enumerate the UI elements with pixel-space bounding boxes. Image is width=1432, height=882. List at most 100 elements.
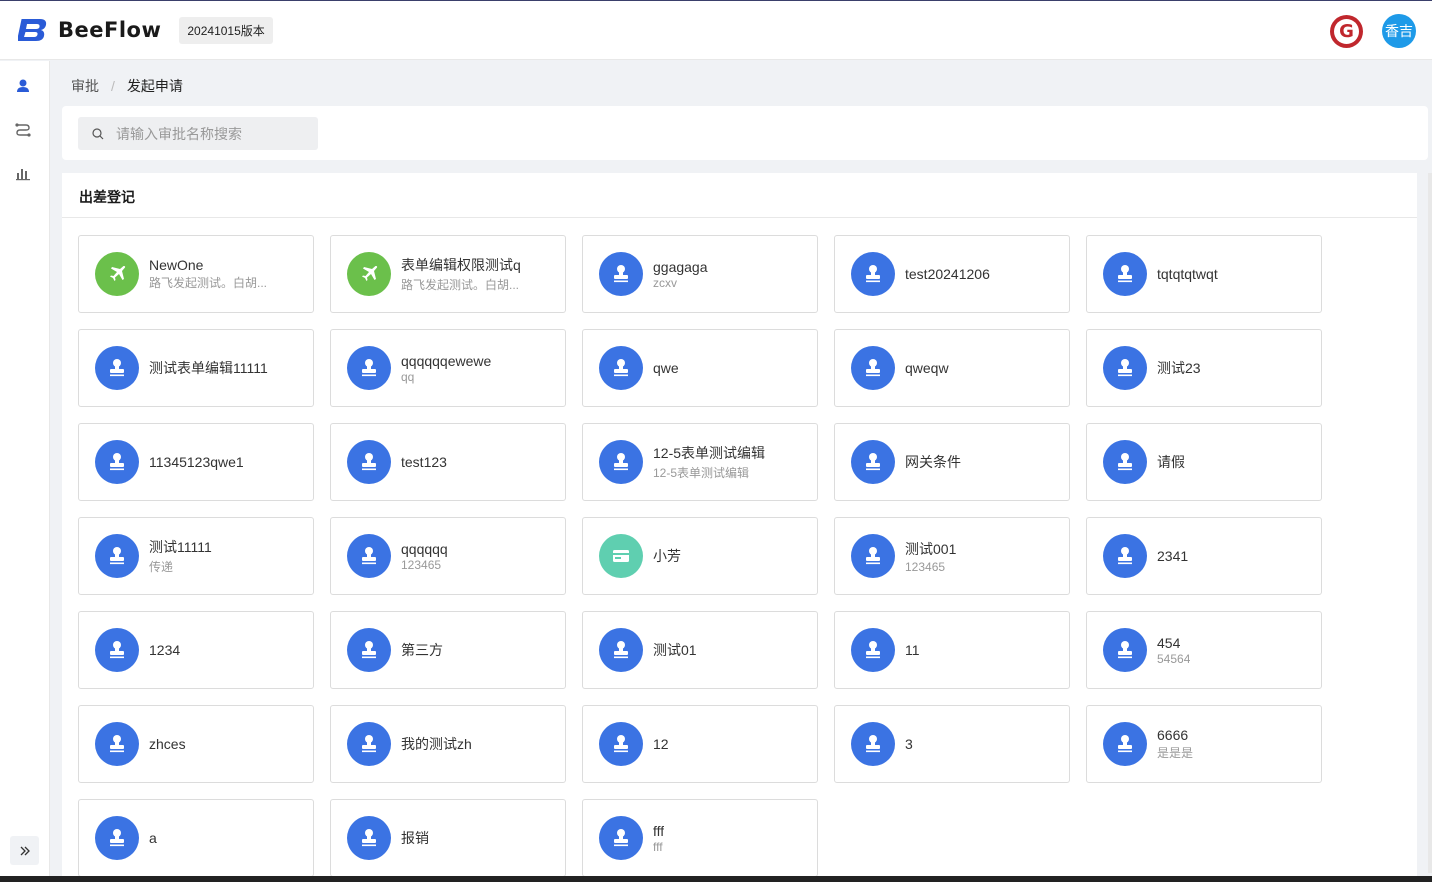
card-subtitle: 路飞发起测试。白胡... bbox=[401, 278, 520, 292]
card-text: 网关条件 bbox=[905, 452, 961, 472]
approval-card[interactable]: test20241206 bbox=[834, 235, 1070, 313]
card-text: 测试表单编辑11111 bbox=[149, 358, 268, 378]
approval-card[interactable]: NewOne 路飞发起测试。白胡... bbox=[78, 235, 314, 313]
card-subtitle: 123465 bbox=[905, 559, 946, 574]
approval-card[interactable]: 网关条件 bbox=[834, 423, 1070, 501]
stamp-icon bbox=[347, 534, 391, 578]
stamp-icon bbox=[347, 816, 391, 860]
scrollbar[interactable] bbox=[1428, 173, 1432, 873]
card-text: a bbox=[149, 830, 157, 846]
chart-icon[interactable] bbox=[14, 164, 32, 182]
approval-card[interactable]: 1234 bbox=[78, 611, 314, 689]
card-text: NewOne 路飞发起测试。白胡... bbox=[149, 257, 267, 291]
collapse-sidebar-button[interactable] bbox=[10, 836, 39, 865]
approval-card[interactable]: 请假 bbox=[1086, 423, 1322, 501]
card-title: test20241206 bbox=[905, 266, 990, 282]
card-text: 2341 bbox=[1157, 548, 1188, 564]
approval-card[interactable]: 6666 是是是 bbox=[1086, 705, 1322, 783]
approval-card[interactable]: qqqqqqewewe qq bbox=[330, 329, 566, 407]
approval-card[interactable]: test123 bbox=[330, 423, 566, 501]
card-text: test123 bbox=[401, 454, 447, 470]
approval-card[interactable]: 12 bbox=[582, 705, 818, 783]
card-title: 11 bbox=[905, 642, 920, 658]
card-text: 12 bbox=[653, 736, 669, 752]
card-text: ggagaga zcxv bbox=[653, 259, 708, 290]
approval-card[interactable]: 3 bbox=[834, 705, 1070, 783]
approval-card[interactable]: tqtqtqtwqt bbox=[1086, 235, 1322, 313]
approval-card[interactable]: 表单编辑权限测试q 路飞发起测试。白胡... bbox=[330, 235, 566, 313]
card-title: 454 bbox=[1157, 634, 1181, 651]
card-text: qqqqqq 123465 bbox=[401, 541, 448, 572]
approval-card[interactable]: 11 bbox=[834, 611, 1070, 689]
g-app-icon[interactable]: G bbox=[1330, 14, 1363, 48]
approval-card[interactable]: qqqqqq 123465 bbox=[330, 517, 566, 595]
user-icon[interactable] bbox=[14, 77, 32, 95]
version-badge: 20241015版本 bbox=[179, 16, 273, 44]
card-text: 12-5表单测试编辑 12-5表单测试编辑 bbox=[653, 443, 765, 481]
card-title: 6666 bbox=[1157, 727, 1189, 743]
card-subtitle: fff bbox=[653, 839, 663, 854]
card-subtitle: 是是是 bbox=[1157, 746, 1194, 760]
flow-icon[interactable] bbox=[14, 120, 32, 138]
approval-card[interactable]: 454 54564 bbox=[1086, 611, 1322, 689]
stamp-icon bbox=[599, 346, 643, 390]
card-text: qwe bbox=[653, 360, 679, 376]
card-title: 请假 bbox=[1157, 454, 1185, 470]
approval-card[interactable]: zhces bbox=[78, 705, 314, 783]
card-text: 11345123qwe1 bbox=[149, 454, 244, 470]
card-text: 第三方 bbox=[401, 640, 443, 660]
top-bar: BeeFlow 20241015版本 G 香吉 bbox=[0, 0, 1432, 60]
stamp-icon bbox=[1103, 346, 1147, 390]
card-title: zhces bbox=[149, 736, 186, 752]
approval-card[interactable]: ggagaga zcxv bbox=[582, 235, 818, 313]
card-title: 测试表单编辑11111 bbox=[149, 360, 268, 376]
card-subtitle: zcxv bbox=[653, 275, 677, 290]
approval-card[interactable]: 测试01 bbox=[582, 611, 818, 689]
stamp-icon bbox=[599, 816, 643, 860]
card-title: 小芳 bbox=[653, 548, 681, 564]
card-title: 12-5表单测试编辑 bbox=[653, 445, 766, 461]
approval-card[interactable]: 小芳 bbox=[582, 517, 818, 595]
plane-icon bbox=[95, 252, 139, 296]
approval-card[interactable]: qweqw bbox=[834, 329, 1070, 407]
section-divider bbox=[62, 217, 1417, 218]
approval-card[interactable]: 11345123qwe1 bbox=[78, 423, 314, 501]
card-title: ggagaga bbox=[653, 258, 708, 275]
approval-card[interactable]: 测试23 bbox=[1086, 329, 1322, 407]
stamp-icon bbox=[599, 440, 643, 484]
stamp-icon bbox=[95, 534, 139, 578]
approval-card[interactable]: 报销 bbox=[330, 799, 566, 877]
section-title: 出差登记 bbox=[79, 189, 135, 205]
card-subtitle: 路飞发起测试。白胡... bbox=[149, 276, 268, 290]
card-title: 测试01 bbox=[653, 642, 697, 658]
card-title: fff bbox=[653, 822, 665, 839]
card-title: tqtqtqtwqt bbox=[1157, 266, 1218, 282]
logo[interactable]: BeeFlow bbox=[18, 17, 161, 43]
card-text: 测试23 bbox=[1157, 358, 1201, 378]
stamp-icon bbox=[1103, 252, 1147, 296]
search-input[interactable] bbox=[116, 125, 306, 142]
approval-card[interactable]: 12-5表单测试编辑 12-5表单测试编辑 bbox=[582, 423, 818, 501]
approval-card[interactable]: qwe bbox=[582, 329, 818, 407]
approval-card[interactable]: 测试001 123465 bbox=[834, 517, 1070, 595]
approval-card[interactable]: 测试11111 传递 bbox=[78, 517, 314, 595]
approval-card[interactable]: 2341 bbox=[1086, 517, 1322, 595]
card-title: 第三方 bbox=[401, 642, 443, 658]
approval-card[interactable]: 第三方 bbox=[330, 611, 566, 689]
card-subtitle: 传递 bbox=[149, 560, 174, 574]
breadcrumb-current: 发起申请 bbox=[126, 78, 183, 94]
card-text: zhces bbox=[149, 736, 186, 752]
breadcrumb-root[interactable]: 审批 bbox=[71, 76, 99, 96]
stamp-icon bbox=[851, 252, 895, 296]
approval-card[interactable]: 我的测试zh bbox=[330, 705, 566, 783]
stamp-icon bbox=[95, 346, 139, 390]
stamp-icon bbox=[347, 722, 391, 766]
search-box[interactable] bbox=[78, 117, 318, 150]
approval-card[interactable]: 测试表单编辑11111 bbox=[78, 329, 314, 407]
approval-card[interactable]: fff fff bbox=[582, 799, 818, 877]
stamp-icon bbox=[347, 440, 391, 484]
approval-card[interactable]: a bbox=[78, 799, 314, 877]
card-text: 测试001 123465 bbox=[905, 539, 956, 574]
card-text: 454 54564 bbox=[1157, 635, 1190, 666]
avatar[interactable]: 香吉 bbox=[1382, 14, 1416, 48]
